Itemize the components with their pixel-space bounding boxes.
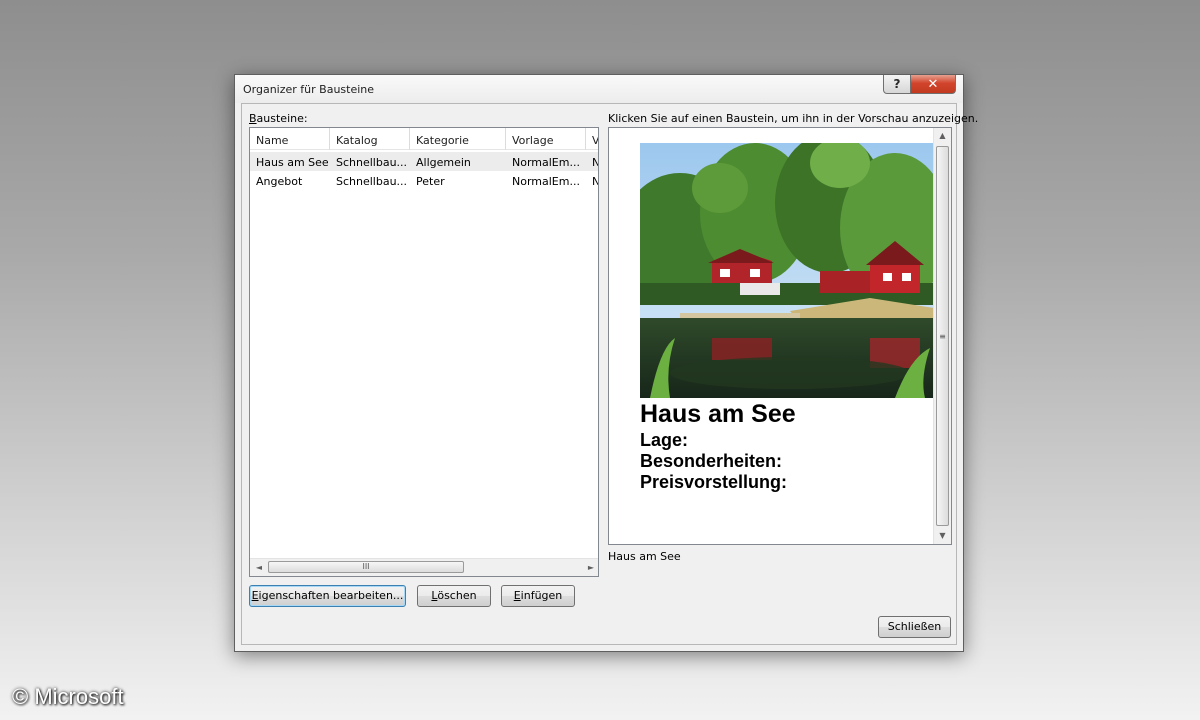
insert-button[interactable]: Einfügen [501,585,575,607]
scroll-thumb[interactable]: III [268,561,464,573]
table-row[interactable]: Angebot Schnellbau... Peter NormalEm... … [250,171,598,190]
close-window-button[interactable]: ✕ [910,75,956,94]
scroll-grip-icon: ≡ [939,332,946,341]
vertical-scrollbar[interactable]: ▲ ≡ ▼ [933,128,951,544]
horizontal-scrollbar[interactable]: ◄ III ► [250,558,598,576]
mnemonic-e: E [251,589,259,602]
preview-heading: Haus am See [640,400,796,428]
cell-template: NormalEm... [512,175,580,188]
cell-template: NormalEm... [512,156,580,169]
delete-button[interactable]: Löschen [417,585,491,607]
preview-line-location: Lage: [640,430,689,450]
organizer-dialog: Organizer für Bausteine ? ✕ Bausteine: N… [234,74,978,652]
column-header-name[interactable]: Name [250,128,330,150]
edit-properties-button[interactable]: Eigenschaften bearbeiten... [249,585,406,607]
help-icon: ? [893,77,901,91]
cell-catalog: Schnellbau... [336,156,408,169]
insert-rest: infügen [520,589,563,602]
close-button[interactable]: Schließen [878,616,951,638]
help-button[interactable]: ? [883,75,911,94]
cell-name: Angebot [256,175,303,188]
cell-name: Haus am See [256,156,328,169]
scroll-grip-icon: III [362,562,370,571]
cell-extra: N [592,175,598,188]
dialog-body: Bausteine: Name Katalog Kategorie Vorlag… [241,103,978,645]
preview-pane: Haus am See Lage: Besonderheiten: Preisv… [608,127,952,545]
building-blocks-list[interactable]: Name Katalog Kategorie Vorlage V Haus am… [249,127,599,577]
column-header-category[interactable]: Kategorie [410,128,506,150]
scroll-up-icon[interactable]: ▲ [934,128,951,144]
cell-category: Allgemein [416,156,471,169]
column-header-catalog[interactable]: Katalog [330,128,410,150]
edit-properties-rest: igenschaften bearbeiten... [258,589,404,602]
close-icon: ✕ [927,76,939,92]
column-header-template[interactable]: Vorlage [506,128,586,150]
house-lake-photo [640,143,934,398]
cell-catalog: Schnellbau... [336,175,408,188]
preview-hint: Klicken Sie auf einen Baustein, um ihn i… [608,112,979,125]
title-bar[interactable]: Organizer für Bausteine ? ✕ [235,75,963,103]
scroll-left-icon[interactable]: ◄ [251,560,267,575]
cell-extra: N [592,156,598,169]
copyright-watermark: © Microsoft [12,684,124,709]
label-rest: austeine: [256,112,308,125]
building-blocks-label: Bausteine: [249,112,308,125]
delete-rest: öschen [437,589,477,602]
preview-line-price: Preisvorstellung: [640,472,788,492]
scroll-right-icon[interactable]: ► [583,560,598,575]
scroll-down-icon[interactable]: ▼ [934,528,951,544]
vertical-scroll-thumb[interactable]: ≡ [936,146,949,526]
label-mnemonic: B [249,112,257,125]
table-row[interactable]: Haus am See Schnellbau... Allgemein Norm… [250,152,598,171]
preview-line-features: Besonderheiten: [640,451,783,471]
column-header-extra[interactable]: V [586,128,598,150]
cell-category: Peter [416,175,445,188]
preview-caption: Haus am See [608,550,681,563]
mnemonic-e2: E [513,589,521,602]
window-title: Organizer für Bausteine [243,83,375,96]
close-button-label: Schließen [887,620,942,633]
